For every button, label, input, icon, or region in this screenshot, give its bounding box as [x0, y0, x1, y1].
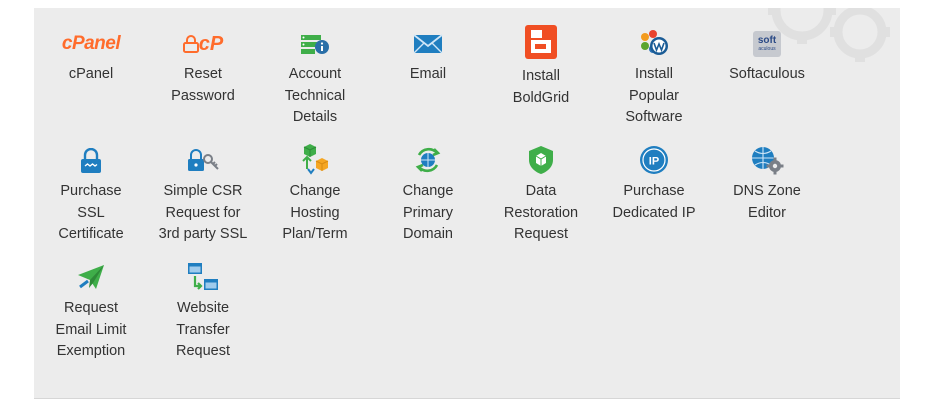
server-info-icon	[295, 30, 335, 58]
lock-key-icon	[183, 147, 223, 175]
tool-change-primary-domain[interactable]: Change Primary Domain	[371, 147, 485, 246]
tool-label: Install BoldGrid	[512, 68, 570, 106]
tool-label: Change Hosting Plan/Term	[282, 183, 348, 242]
tool-label: Install Popular Software	[625, 66, 683, 125]
tool-reset-password[interactable]: cP Reset Password	[146, 30, 260, 107]
tool-cpanel[interactable]: cPanel cPanel	[34, 30, 148, 86]
padlock-icon	[71, 147, 111, 175]
tool-email[interactable]: Email	[371, 30, 485, 86]
tool-label: Purchase Dedicated IP	[612, 183, 696, 221]
tool-purchase-ssl-certificate[interactable]: Purchase SSL Certificate	[34, 147, 148, 246]
boldgrid-icon	[521, 24, 561, 60]
website-transfer-icon	[183, 262, 223, 292]
tool-label: Change Primary Domain	[402, 183, 454, 242]
tool-label: Account Technical Details	[284, 66, 346, 125]
tool-softaculous[interactable]: soft aculous Softaculous	[710, 30, 824, 86]
svg-text:IP: IP	[649, 156, 659, 168]
paper-plane-icon	[71, 262, 111, 292]
cpanel-logo-icon: cPanel	[61, 33, 121, 54]
tool-change-hosting-plan[interactable]: Change Hosting Plan/Term	[258, 144, 372, 246]
tool-label: Softaculous	[729, 66, 805, 82]
tool-label: Simple CSR Request for 3rd party SSL	[158, 183, 248, 242]
hosting-boxes-icon	[295, 143, 335, 175]
globe-gear-icon	[747, 145, 787, 175]
tool-label: Data Restoration Request	[503, 183, 579, 242]
tool-purchase-dedicated-ip[interactable]: IP Purchase Dedicated IP	[597, 145, 711, 224]
tool-label: Email	[409, 66, 447, 82]
tool-install-popular-software[interactable]: Install Popular Software	[597, 30, 711, 129]
shield-box-icon	[521, 145, 561, 175]
tool-data-restoration-request[interactable]: Data Restoration Request	[484, 145, 598, 246]
tool-label: Reset Password	[171, 66, 235, 104]
tool-simple-csr-request[interactable]: Simple CSR Request for 3rd party SSL	[146, 147, 260, 246]
ip-badge-icon: IP	[634, 145, 674, 175]
tool-install-boldgrid[interactable]: Install BoldGrid	[484, 25, 598, 109]
tool-label: Request Email Limit Exemption	[55, 300, 127, 359]
tool-website-transfer-request[interactable]: Website Transfer Request	[146, 262, 260, 363]
lock-cp-icon: cP	[181, 30, 225, 58]
globe-arrows-icon	[408, 145, 448, 175]
tool-dns-zone-editor[interactable]: DNS Zone Editor	[710, 147, 824, 224]
joomla-wordpress-icon	[634, 30, 674, 58]
tool-label: Purchase SSL Certificate	[58, 183, 124, 242]
tool-label: DNS Zone Editor	[733, 183, 801, 221]
envelope-icon	[408, 30, 448, 58]
tool-account-technical-details[interactable]: Account Technical Details	[258, 30, 372, 129]
tool-request-email-limit-exemption[interactable]: Request Email Limit Exemption	[34, 264, 148, 363]
tool-label: cPanel	[68, 66, 114, 82]
tool-label: Website Transfer Request	[175, 300, 230, 359]
softaculous-icon: soft aculous	[747, 30, 787, 58]
tools-panel: cPanel cPanel cP Reset Password Account …	[34, 8, 900, 399]
